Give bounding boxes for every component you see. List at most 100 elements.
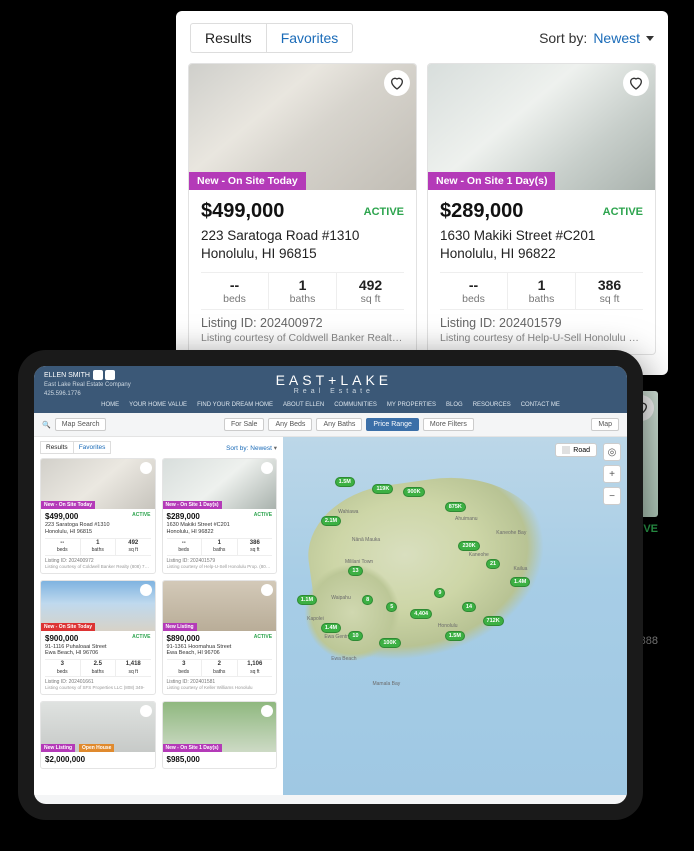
map-price-pin[interactable]: 1.5M — [445, 631, 465, 641]
favorite-button[interactable] — [623, 70, 649, 96]
favorite-button[interactable] — [140, 705, 152, 717]
map-search-pill[interactable]: Map Search — [55, 418, 107, 431]
sort-dropdown[interactable]: Sort by: Newest — [539, 30, 654, 46]
listing-badge: New - On Site 1 Day(s) — [163, 744, 222, 752]
filter-beds[interactable]: Any Beds — [268, 418, 312, 431]
listing-status: ACTIVE — [254, 512, 272, 522]
nav-item[interactable]: RESOURCES — [473, 402, 511, 408]
listing-courtesy: Listing courtesy of Help-U-Sell Honolulu… — [167, 564, 273, 570]
listing-address-line2: Honolulu, HI 96822 — [167, 529, 273, 536]
filter-forsale[interactable]: For Sale — [224, 418, 264, 431]
toggle-map[interactable]: Map — [591, 418, 619, 431]
map-price-pin[interactable]: 712K — [483, 616, 504, 626]
listing-card[interactable]: New - On Site Today $499,000 ACTIVE 223 … — [188, 63, 417, 355]
brand-logo[interactable]: EAST+LAKE Real Estate — [276, 372, 393, 395]
listing-card[interactable]: New - On Site Today $499,000ACTIVE 223 S… — [40, 458, 156, 573]
nav-item[interactable]: COMMUNITIES — [334, 402, 377, 408]
map-price-pin[interactable]: 13 — [348, 566, 362, 576]
map-place-label: Ahuimanu — [455, 516, 478, 522]
listing-address-line1: 91-1361 Hoomahua Street — [167, 644, 273, 651]
map-price-pin[interactable]: 5 — [386, 602, 397, 612]
filter-baths[interactable]: Any Baths — [316, 418, 362, 431]
map-price-pin[interactable]: 119K — [372, 484, 393, 494]
map-place-label: Nānā Mauka — [352, 537, 380, 543]
favorite-button[interactable] — [384, 70, 410, 96]
map-price-pin[interactable]: 900K — [403, 487, 424, 497]
tab-results[interactable]: Results — [190, 23, 267, 53]
listing-badge: New Listing — [163, 623, 197, 631]
listing-card[interactable]: New Listing $890,000ACTIVE 91-1361 Hooma… — [162, 580, 278, 695]
tab-favorites[interactable]: Favorites — [267, 23, 354, 53]
listing-card[interactable]: New - On Site 1 Day(s) $289,000 ACTIVE 1… — [427, 63, 656, 355]
map-zoom-in-button[interactable]: + — [603, 465, 621, 483]
facebook-icon[interactable] — [93, 370, 103, 380]
map-price-pin[interactable]: 875K — [445, 502, 466, 512]
stat-sqft: 492 — [337, 277, 404, 293]
map-place-label: Wahiawa — [338, 509, 358, 515]
listing-address-line2: Honolulu, HI 96815 — [201, 245, 404, 263]
listing-card[interactable]: New - On Site 1 Day(s) $985,000 — [162, 701, 278, 769]
map-price-pin[interactable]: 2.1M — [321, 516, 341, 526]
twitter-icon[interactable] — [105, 370, 115, 380]
main-nav: HOME YOUR HOME VALUE FIND YOUR DREAM HOM… — [34, 399, 627, 413]
road-icon — [562, 446, 570, 454]
map-price-pin[interactable]: 9 — [434, 588, 445, 598]
map-place-label: Waipahu — [331, 595, 351, 601]
map-price-pin[interactable]: 1.4M — [510, 577, 530, 587]
listing-price: $289,000 — [167, 512, 200, 522]
search-icon[interactable]: 🔍 — [42, 421, 51, 429]
map-locate-button[interactable]: ◎ — [603, 443, 621, 461]
listing-card[interactable]: New - On Site Today $900,000ACTIVE 91-11… — [40, 580, 156, 695]
favorite-button[interactable] — [261, 462, 273, 474]
map-price-pin[interactable]: 8 — [362, 595, 373, 605]
listing-price: $2,000,000 — [45, 755, 85, 765]
heart-icon — [628, 75, 644, 91]
heart-icon — [389, 75, 405, 91]
favorite-button[interactable] — [261, 705, 273, 717]
listing-badge: New - On Site Today — [41, 501, 95, 509]
listing-courtesy: Listing courtesy of Coldwell Banker Real… — [201, 332, 404, 344]
sort-dropdown[interactable]: Sort by: Newest ▾ — [226, 444, 277, 452]
map-place-label: Ewa Gentry — [324, 634, 350, 640]
map-zoom-out-button[interactable]: − — [603, 487, 621, 505]
map-type-road[interactable]: Road — [555, 443, 597, 457]
sort-value: Newest — [593, 30, 640, 46]
map-price-pin[interactable]: 1.1M — [297, 595, 317, 605]
map-price-pin[interactable]: 10 — [348, 631, 362, 641]
listing-card[interactable]: New ListingOpen House $2,000,000 — [40, 701, 156, 769]
filter-more[interactable]: More Filters — [423, 418, 474, 431]
nav-item[interactable]: YOUR HOME VALUE — [129, 402, 187, 408]
favorite-button[interactable] — [140, 584, 152, 596]
listing-address-line2: Honolulu, HI 96822 — [440, 245, 643, 263]
stat-beds: -- — [201, 277, 268, 293]
listing-courtesy: Listing courtesy of Keller Williams Hono… — [167, 685, 273, 691]
map-price-pin[interactable]: 4,404 — [410, 609, 432, 619]
listing-card[interactable]: New - On Site 1 Day(s) $289,000ACTIVE 16… — [162, 458, 278, 573]
stat-baths: 1 — [508, 277, 575, 293]
tab-results[interactable]: Results — [40, 441, 74, 454]
listing-badge: New - On Site 1 Day(s) — [163, 501, 222, 509]
agent-name: ELLEN SMITH — [44, 372, 90, 379]
map-price-pin[interactable]: 21 — [486, 559, 500, 569]
favorite-button[interactable] — [140, 462, 152, 474]
listing-photo: New - On Site Today — [189, 64, 416, 190]
listing-address-line2: Ewa Beach, HI 96706 — [45, 650, 151, 657]
map-panel[interactable]: Road ◎ + − Wahiawa Nānā Mauka Mililani T… — [283, 437, 627, 795]
tab-favorites[interactable]: Favorites — [74, 441, 112, 454]
nav-item[interactable]: FIND YOUR DREAM HOME — [197, 402, 273, 408]
map-price-pin[interactable]: 100K — [379, 638, 400, 648]
listing-badge: Open House — [79, 744, 114, 752]
nav-item[interactable]: HOME — [101, 402, 119, 408]
filter-price[interactable]: Price Range — [366, 418, 419, 431]
map-price-pin[interactable]: 1.5M — [335, 477, 355, 487]
nav-item[interactable]: MY PROPERTIES — [387, 402, 436, 408]
map-price-pin[interactable]: 14 — [462, 602, 476, 612]
nav-item[interactable]: BLOG — [446, 402, 463, 408]
nav-item[interactable]: CONTACT ME — [521, 402, 560, 408]
map-price-pin[interactable]: 230K — [458, 541, 479, 551]
listing-id: Listing ID: 202401579 — [440, 316, 643, 330]
map-price-pin[interactable]: 1.4M — [321, 623, 341, 633]
favorite-button[interactable] — [261, 584, 273, 596]
nav-item[interactable]: ABOUT ELLEN — [283, 402, 324, 408]
map-place-label: Mamala Bay — [372, 681, 400, 687]
